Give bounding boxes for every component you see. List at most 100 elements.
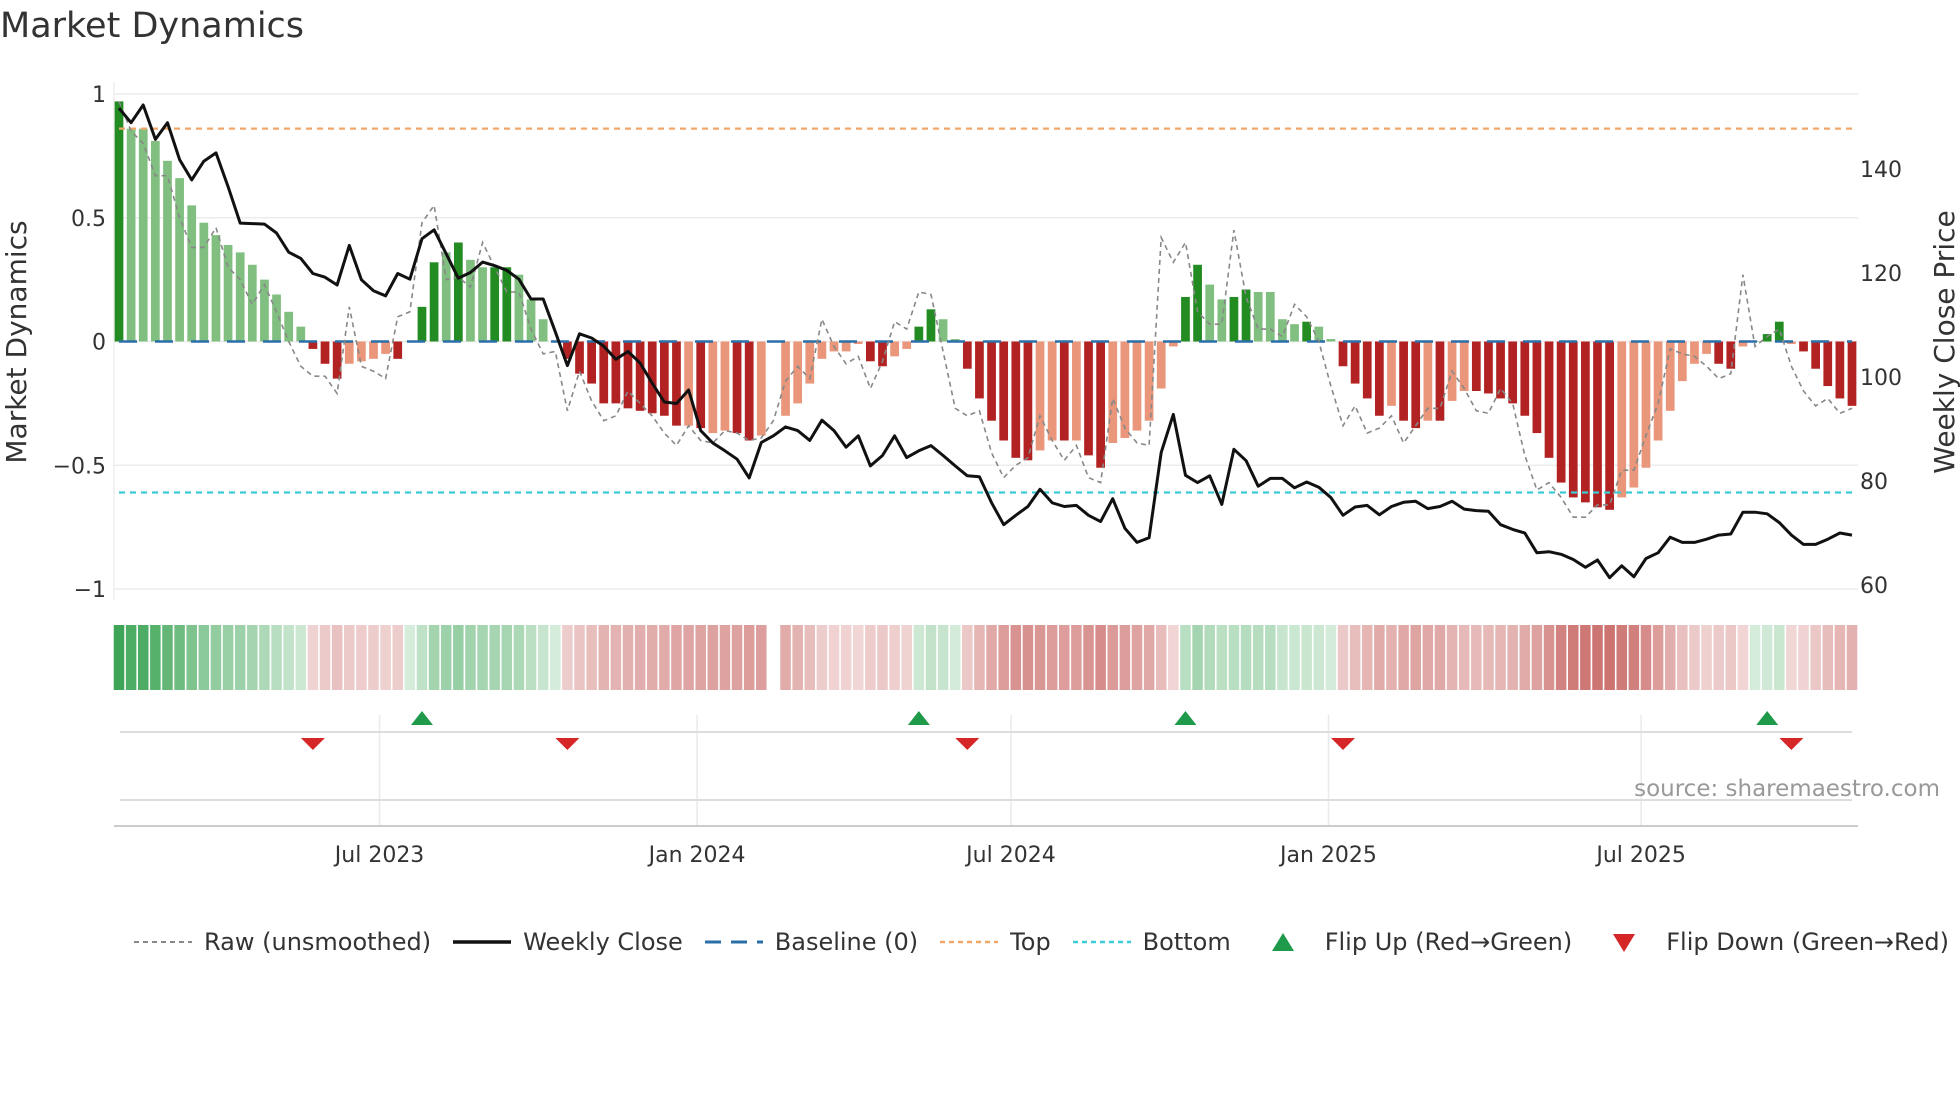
- momentum-bar: [1835, 341, 1845, 399]
- heatmap-cell: [974, 625, 985, 690]
- momentum-bar: [1520, 341, 1530, 416]
- momentum-bar: [1411, 341, 1421, 429]
- momentum-bar: [175, 178, 184, 342]
- heatmap-cell: [1664, 625, 1676, 690]
- x-tick-label: Jan 2024: [647, 843, 746, 868]
- momentum-bar: [1544, 341, 1554, 458]
- momentum-bar: [235, 252, 245, 342]
- heatmap-cell: [937, 625, 949, 690]
- x-tick-label: Jul 2023: [333, 843, 425, 868]
- heatmap-cell: [1677, 625, 1688, 690]
- momentum-bar: [793, 341, 803, 404]
- momentum-bar: [1811, 341, 1821, 369]
- heatmap-cell: [150, 625, 161, 690]
- heatmap-cell: [319, 625, 331, 690]
- heatmap-cell: [489, 625, 500, 690]
- heatmap-cell: [562, 625, 573, 690]
- flip-down-marker: [955, 738, 980, 750]
- momentum-bar: [1011, 341, 1021, 458]
- momentum-bar: [369, 341, 378, 359]
- momentum-bar: [999, 341, 1009, 441]
- momentum-bar: [1265, 292, 1275, 342]
- momentum-bar: [1714, 341, 1724, 364]
- momentum-bar: [1556, 341, 1566, 483]
- momentum-bar: [1677, 341, 1687, 382]
- heatmap-cell: [1701, 625, 1712, 690]
- heatmap-cell: [792, 625, 803, 690]
- heatmap-cell: [598, 625, 610, 690]
- legend-item-flip-up: Flip Up (Red→Green): [1253, 928, 1572, 956]
- momentum-bar: [1702, 341, 1711, 354]
- source-label: source: sharemaestro.com: [1634, 776, 1940, 802]
- triangle-down-icon: [1613, 934, 1636, 952]
- heatmap-cell: [1143, 625, 1155, 690]
- heatmap-cell: [756, 625, 767, 690]
- momentum-bar: [1059, 341, 1069, 441]
- heatmap-cell: [1155, 625, 1167, 690]
- momentum-bar: [490, 267, 500, 342]
- momentum-bar: [1532, 341, 1542, 434]
- momentum-bar: [1326, 339, 1336, 342]
- momentum-bar: [781, 341, 790, 416]
- heatmap-cell: [222, 625, 234, 690]
- legend-item-top: Top: [940, 928, 1051, 956]
- heatmap-cell: [586, 625, 597, 690]
- heatmap-cell: [537, 625, 549, 690]
- heatmap-cell: [1774, 625, 1785, 690]
- heatmap-cell: [1010, 625, 1022, 690]
- heatmap-cell: [1822, 625, 1834, 690]
- legend-item-raw: Raw (unsmoothed): [134, 928, 431, 956]
- heatmap-cell: [125, 625, 137, 690]
- momentum-bar: [902, 341, 912, 349]
- heatmap-cell: [622, 625, 634, 690]
- momentum-bar: [1253, 292, 1263, 342]
- heatmap-cell: [331, 625, 343, 690]
- heatmap-cell: [1713, 625, 1724, 690]
- raw-unsmoothed-line: [118, 101, 1853, 518]
- heatmap-cell: [1846, 625, 1858, 690]
- heatmap-cell: [743, 625, 755, 690]
- heatmap-cell: [574, 625, 585, 690]
- heatmap-cell: [1046, 625, 1058, 690]
- momentum-bar: [1399, 341, 1408, 421]
- heatmap-cell: [1107, 625, 1119, 690]
- momentum-bar: [1690, 341, 1699, 364]
- momentum-bar: [332, 341, 342, 379]
- heatmap-cell: [1568, 625, 1579, 690]
- momentum-bar: [817, 341, 827, 359]
- heatmap-cell: [550, 625, 561, 690]
- momentum-bar: [1350, 341, 1360, 384]
- heatmap-cell: [307, 625, 319, 690]
- heatmap-cell: [1095, 625, 1106, 690]
- momentum-bar: [1035, 341, 1045, 451]
- heatmap-cell: [1652, 625, 1664, 690]
- heatmap-cell: [1216, 625, 1228, 690]
- heatmap-cell: [1228, 625, 1240, 690]
- heatmap-cell: [428, 625, 440, 690]
- momentum-bar: [708, 341, 718, 434]
- momentum-bar: [538, 319, 548, 342]
- momentum-bar: [1205, 284, 1215, 342]
- momentum-bar: [320, 341, 330, 364]
- momentum-bar: [1593, 341, 1602, 508]
- momentum-bar: [1241, 289, 1251, 342]
- momentum-bar: [284, 311, 294, 342]
- heatmap-cell: [707, 625, 719, 690]
- triangle-up-icon: [1271, 933, 1294, 951]
- heatmap-cell: [925, 625, 937, 690]
- heatmap-cell: [1240, 625, 1252, 690]
- momentum-bar: [1629, 341, 1639, 488]
- heatmap-cell: [1810, 625, 1821, 690]
- legend-item-weekly-close: Weekly Close: [453, 928, 683, 956]
- heatmap-cell: [852, 625, 864, 690]
- heatmap-cell: [1410, 625, 1421, 690]
- heatmap-cell: [780, 625, 791, 690]
- momentum-bar: [866, 341, 875, 362]
- y-axis-label-left: Market Dynamics: [0, 220, 33, 463]
- momentum-bar: [1471, 341, 1481, 391]
- momentum-bar: [478, 267, 487, 342]
- momentum-bar: [1459, 341, 1469, 391]
- momentum-bar: [1181, 296, 1190, 342]
- top-line-swatch: [940, 940, 999, 944]
- heatmap-cell: [356, 625, 367, 690]
